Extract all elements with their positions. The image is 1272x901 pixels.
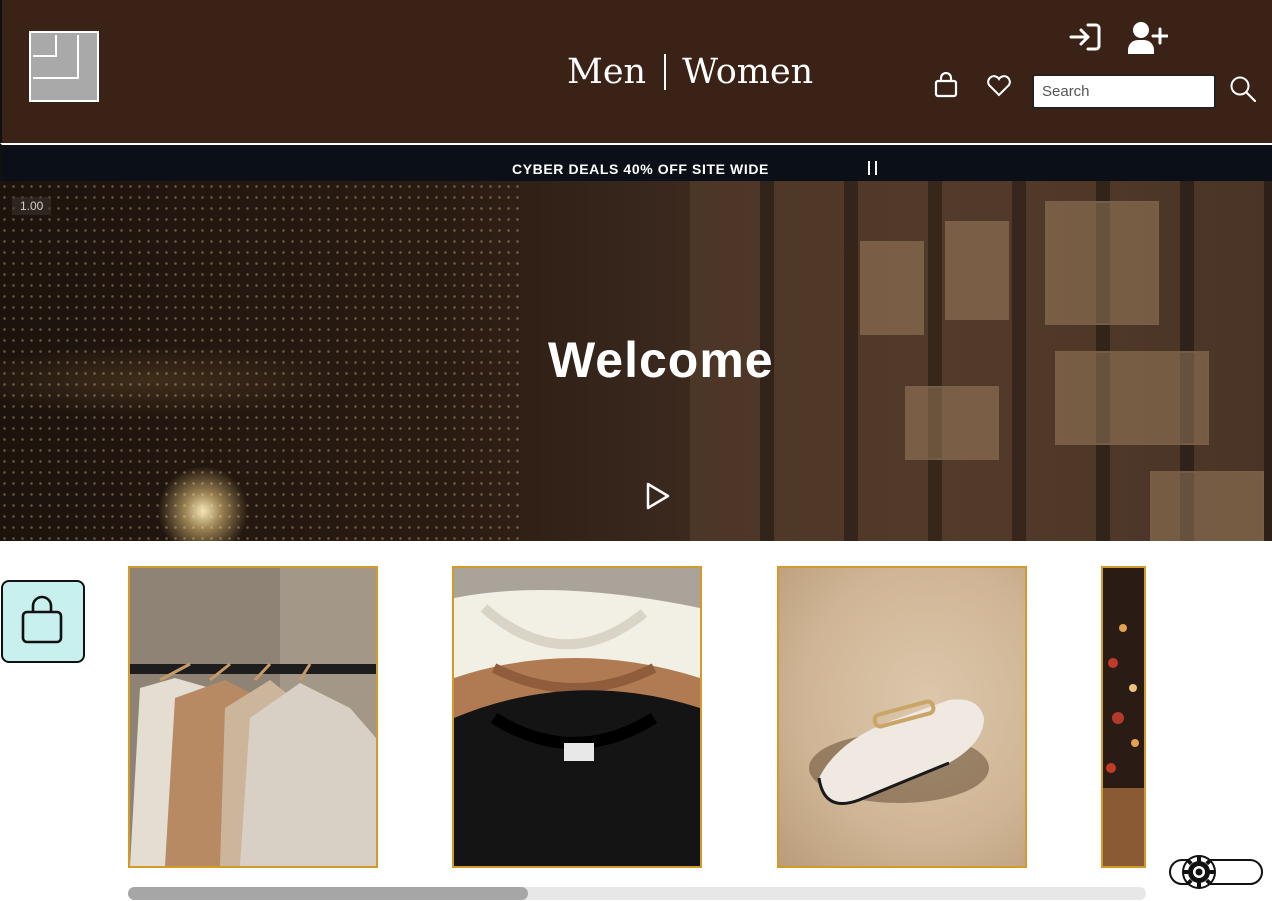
sign-in-icon[interactable] xyxy=(1068,22,1102,52)
nav-men-link[interactable]: Men xyxy=(567,52,646,92)
search-input[interactable] xyxy=(1032,74,1216,109)
shopping-bag-icon[interactable] xyxy=(934,71,958,98)
product-card-sweatshirts[interactable] xyxy=(452,566,702,868)
building-window xyxy=(1150,471,1264,541)
pause-bar-left xyxy=(868,161,870,175)
building-window xyxy=(1055,351,1209,445)
pause-bar-right xyxy=(875,161,877,175)
white-loafer-shoe xyxy=(809,699,989,805)
shopping-bag-icon xyxy=(21,595,63,644)
building-window xyxy=(945,221,1009,320)
promo-text: CYBER DEALS 40% OFF SITE WIDE xyxy=(512,161,769,177)
nav-divider xyxy=(664,54,667,90)
building-window xyxy=(1045,201,1159,325)
product-card-hangers[interactable] xyxy=(128,566,378,868)
building-window xyxy=(860,241,924,335)
christmas-tree-lights xyxy=(1103,568,1144,866)
building-window xyxy=(905,386,999,460)
site-header: Men Women xyxy=(0,0,1272,143)
main-nav: Men Women xyxy=(567,52,813,92)
heart-icon[interactable] xyxy=(986,75,1012,97)
magnifier-icon[interactable] xyxy=(1229,75,1257,103)
playback-speed-label[interactable]: 1.00 xyxy=(12,197,52,215)
add-user-icon[interactable] xyxy=(1128,21,1169,55)
pause-icon[interactable] xyxy=(868,161,878,175)
folded-sweatshirts xyxy=(454,568,700,866)
product-card-christmas[interactable] xyxy=(1101,566,1146,868)
logo-square-small xyxy=(33,35,57,57)
floating-cart-button[interactable] xyxy=(1,580,85,663)
play-icon[interactable] xyxy=(643,481,671,511)
clothes-on-hangers xyxy=(130,568,376,866)
hero-video: 1.00 Welcome xyxy=(0,181,1272,541)
promo-banner: CYBER DEALS 40% OFF SITE WIDE xyxy=(0,143,1272,181)
gear-icon[interactable] xyxy=(1180,854,1218,890)
nav-women-link[interactable]: Women xyxy=(682,52,813,92)
hero-heading: Welcome xyxy=(548,332,774,388)
carousel-scrollbar-thumb[interactable] xyxy=(128,887,528,900)
product-card-loafer[interactable] xyxy=(777,566,1027,868)
logo-squares-icon[interactable] xyxy=(29,31,99,102)
tree-lights xyxy=(0,181,520,541)
